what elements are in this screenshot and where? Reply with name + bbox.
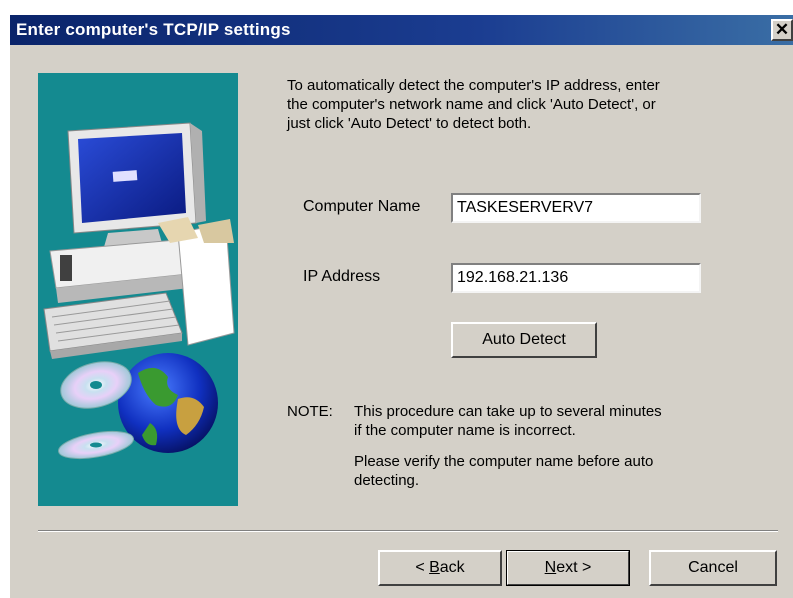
computer-name-label: Computer Name	[303, 198, 421, 215]
intro-line-3: just click 'Auto Detect' to detect both.	[287, 115, 532, 132]
back-hotkey: B	[429, 559, 440, 576]
ip-address-field[interactable]	[451, 263, 701, 293]
auto-detect-label: Auto Detect	[482, 331, 566, 348]
close-button[interactable]: ✕	[771, 19, 793, 41]
close-icon[interactable]: ✕	[775, 20, 789, 39]
divider	[38, 530, 778, 532]
note-line-4: detecting.	[354, 472, 420, 489]
keyboard-icon	[43, 292, 183, 359]
intro-text: To automatically detect the computer's I…	[287, 76, 747, 133]
ip-address-label: IP Address	[303, 268, 381, 285]
tcpip-settings-dialog: Enter computer's TCP/IP settings ✕ To au…	[10, 15, 793, 598]
intro-line-2: the computer's network name and click 'A…	[287, 96, 656, 113]
cancel-button[interactable]: Cancel	[649, 550, 777, 586]
title-bar[interactable]: Enter computer's TCP/IP settings ✕	[10, 15, 793, 45]
cancel-label: Cancel	[688, 559, 738, 576]
intro-line-1: To automatically detect the computer's I…	[287, 77, 660, 94]
next-label: Next >	[545, 559, 592, 576]
window-title: Enter computer's TCP/IP settings	[16, 20, 291, 39]
note-line-3: Please verify the computer name before a…	[354, 453, 654, 470]
back-rest: ack	[439, 559, 465, 576]
next-button[interactable]: Next >	[506, 550, 630, 586]
back-prefix: <	[415, 559, 430, 576]
wizard-illustration	[38, 73, 238, 506]
note-text: This procedure can take up to several mi…	[354, 402, 662, 490]
back-label: < Back	[415, 559, 464, 576]
illustration-graphic	[43, 122, 235, 460]
next-hotkey: N	[544, 559, 557, 576]
note-prefix: NOTE:	[287, 403, 333, 420]
back-button[interactable]: < Back	[378, 550, 502, 586]
computer-name-field[interactable]	[451, 193, 701, 223]
note-line-1: This procedure can take up to several mi…	[354, 403, 662, 420]
auto-detect-button[interactable]: Auto Detect	[451, 322, 597, 358]
note-line-2: if the computer name is incorrect.	[354, 422, 576, 439]
next-rest: ext >	[556, 559, 592, 576]
